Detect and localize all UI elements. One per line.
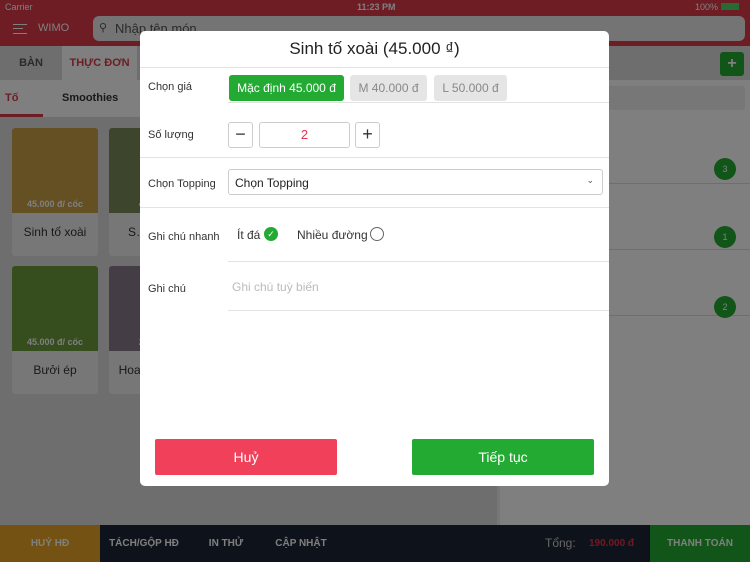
topping-value: Chọn Topping: [235, 176, 309, 190]
chevron-down-icon: ⌄: [586, 175, 594, 185]
divider: [140, 67, 609, 68]
quick-note-nhieu-duong[interactable]: Nhiều đường: [297, 228, 368, 242]
divider: [228, 261, 609, 262]
divider: [140, 207, 609, 208]
topping-label: Chọn Topping: [148, 178, 216, 190]
check-icon[interactable]: ✓: [264, 227, 278, 241]
unchecked-circle-icon[interactable]: [370, 227, 384, 241]
continue-button[interactable]: Tiếp tục: [412, 439, 594, 475]
dialog-title: Sinh tố xoài (45.000 ₫): [289, 39, 460, 58]
note-label: Ghi chú: [148, 283, 186, 295]
price-label: Chọn giá: [148, 81, 193, 93]
divider: [228, 310, 609, 311]
decrease-button[interactable]: −: [228, 122, 253, 148]
cancel-button[interactable]: Huỷ: [155, 439, 337, 475]
price-option-l[interactable]: L 50.000 đ: [434, 75, 507, 101]
divider: [228, 102, 609, 103]
quantity-input[interactable]: 2: [259, 122, 350, 148]
item-options-dialog: Sinh tố xoài (45.000 ₫) Chọn giá Mặc địn…: [140, 31, 609, 486]
topping-select[interactable]: Chọn Topping ⌄: [228, 169, 603, 195]
note-input[interactable]: Ghi chú tuỳ biến: [232, 280, 319, 294]
divider: [140, 157, 609, 158]
price-option-default[interactable]: Mặc định 45.000 đ: [229, 75, 344, 101]
quantity-label: Số lượng: [148, 129, 194, 141]
price-option-m[interactable]: M 40.000 đ: [350, 75, 427, 101]
quick-note-it-da[interactable]: Ít đá: [237, 228, 260, 242]
increase-button[interactable]: +: [355, 122, 380, 148]
quick-note-label: Ghi chú nhanh: [148, 231, 220, 243]
